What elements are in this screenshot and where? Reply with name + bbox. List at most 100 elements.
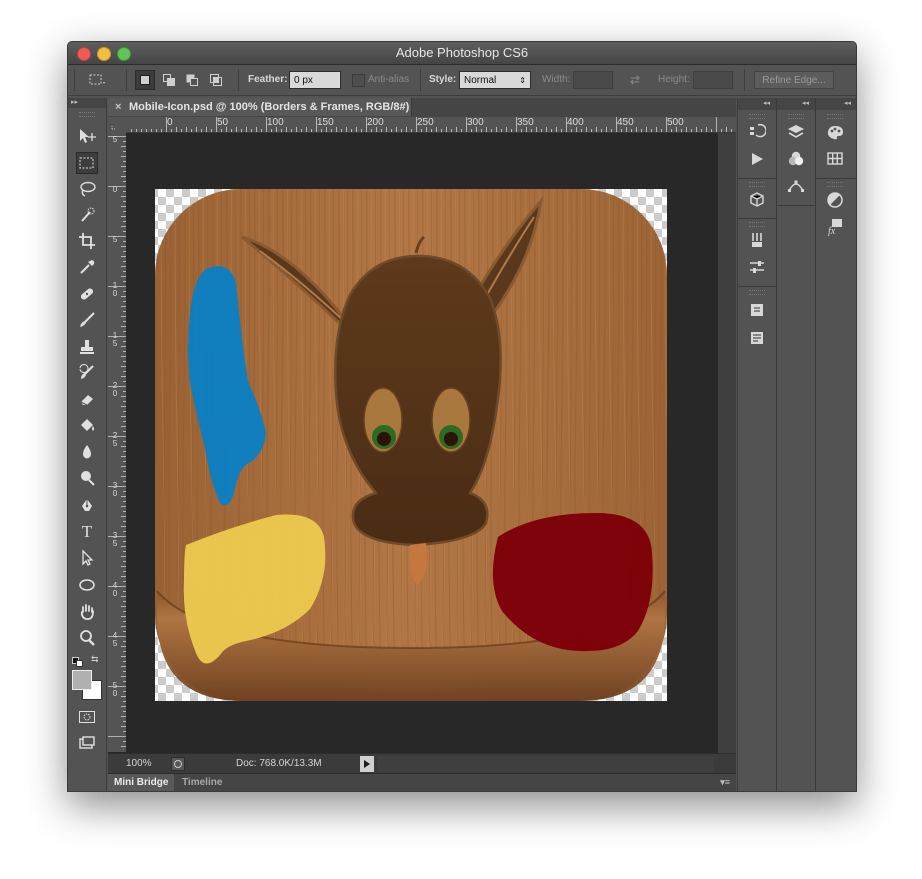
dock-divider: [738, 218, 776, 219]
ruler-label: 0: [167, 117, 173, 128]
move-tool-icon[interactable]: [76, 125, 98, 147]
dock-grip: [827, 182, 843, 187]
default-colors-icon[interactable]: [72, 654, 84, 667]
ruler-label: 1 0: [112, 281, 118, 298]
styles-fx-icon[interactable]: fx: [825, 217, 845, 237]
ruler-label: 500: [667, 117, 684, 128]
eyedropper-tool-icon[interactable]: [76, 256, 98, 278]
panel-dock-3: ◂◂ fx: [815, 98, 856, 791]
status-menu-arrow-icon[interactable]: [360, 756, 374, 772]
brush-presets-icon[interactable]: [747, 230, 767, 250]
new-selection-icon[interactable]: [135, 70, 155, 90]
donkey-left-pupil: [377, 432, 391, 446]
quick-selection-tool-icon[interactable]: [76, 204, 98, 226]
actions-play-icon[interactable]: [747, 149, 767, 169]
zoom-tool-icon[interactable]: [76, 627, 98, 649]
ruler-label: 50: [217, 117, 229, 128]
pen-tool-icon[interactable]: [76, 495, 98, 517]
dock-collapse-icon[interactable]: ◂◂: [777, 98, 815, 110]
document-tab[interactable]: × Mobile-Icon.psd @ 100% (Borders & Fram…: [108, 98, 412, 116]
separator: [126, 69, 127, 91]
dock-grip: [788, 114, 804, 119]
3d-panel-icon[interactable]: [747, 189, 767, 209]
character-panel-icon[interactable]: [747, 300, 767, 320]
adjustments-sliders-icon[interactable]: [747, 257, 767, 277]
antialias-checkbox[interactable]: [352, 74, 365, 87]
ruler-label: 4 0: [112, 581, 118, 598]
ruler-label: 300: [467, 117, 484, 128]
dock-divider: [777, 205, 815, 206]
zoom-level[interactable]: 100%: [126, 758, 152, 769]
close-tab-icon[interactable]: ×: [115, 98, 121, 116]
ruler-label: 200: [367, 117, 384, 128]
intersect-selection-icon[interactable]: [206, 70, 226, 90]
paragraph-panel-icon[interactable]: [747, 328, 767, 348]
tab-mini-bridge[interactable]: Mini Bridge: [108, 774, 175, 791]
healing-brush-tool-icon[interactable]: [76, 283, 98, 305]
color-palette-icon[interactable]: [825, 122, 845, 142]
height-input[interactable]: [693, 71, 733, 89]
ruler-label: 100: [267, 117, 284, 128]
document-profile-icon[interactable]: [171, 757, 185, 771]
title-bar: Adobe Photoshop CS6: [68, 42, 856, 65]
eraser-tool-icon[interactable]: [76, 388, 98, 410]
canvas-area[interactable]: [126, 133, 718, 753]
foreground-color-swatch[interactable]: [72, 670, 92, 690]
ruler-label: 1 5: [112, 331, 118, 348]
subtract-from-selection-icon[interactable]: [182, 70, 202, 90]
channels-panel-icon[interactable]: [786, 149, 806, 169]
lasso-tool-icon[interactable]: [76, 178, 98, 200]
feather-input[interactable]: 0 px: [289, 71, 341, 89]
dock-collapse-icon[interactable]: ◂◂: [738, 98, 776, 110]
tab-timeline[interactable]: Timeline: [176, 774, 228, 791]
shape-tool-icon[interactable]: [76, 574, 98, 596]
artwork-canvas[interactable]: [126, 133, 718, 753]
history-panel-icon[interactable]: [747, 122, 767, 142]
path-selection-tool-icon[interactable]: [76, 547, 98, 569]
quick-mask-icon[interactable]: [76, 706, 98, 728]
donkey-right-pupil: [444, 432, 458, 446]
tools-collapse-icon[interactable]: ▸▸: [68, 98, 106, 108]
separator: [744, 69, 745, 91]
type-tool-icon[interactable]: T: [76, 521, 98, 543]
rect-marquee-preset-icon[interactable]: [87, 70, 107, 90]
document-tab-row: × Mobile-Icon.psd @ 100% (Borders & Fram…: [108, 98, 736, 118]
ruler-label: 150: [317, 117, 334, 128]
horizontal-ruler[interactable]: 0 50 100 150 200 250 300 350 400 450 500: [126, 117, 736, 133]
horizontal-scrollbar[interactable]: [378, 756, 714, 772]
crop-tool-icon[interactable]: [76, 230, 98, 252]
swatches-grid-icon[interactable]: [825, 149, 845, 169]
hand-tool-icon[interactable]: [76, 601, 98, 623]
add-to-selection-icon[interactable]: [159, 70, 179, 90]
vertical-ruler[interactable]: 5 0 5 1 0 1 5 2 0 2 5 3 0 3 5 4 0 4 5 5 …: [108, 132, 127, 752]
paths-panel-icon[interactable]: [786, 176, 806, 196]
style-select[interactable]: Normal ⇕: [459, 71, 531, 89]
vertical-scrollbar[interactable]: [718, 133, 736, 753]
marquee-tool-icon[interactable]: [76, 152, 98, 174]
ruler-origin[interactable]: [108, 117, 126, 132]
history-brush-tool-icon[interactable]: [76, 362, 98, 384]
dock-divider: [816, 178, 856, 179]
updown-arrows-icon: ⇕: [519, 76, 526, 85]
ruler-label: 5: [112, 135, 118, 144]
ruler-label: 5: [112, 235, 118, 244]
paint-bucket-tool-icon[interactable]: [76, 414, 98, 436]
brush-tool-icon[interactable]: [76, 309, 98, 331]
dock-collapse-icon[interactable]: ◂◂: [816, 98, 856, 110]
ruler-label: 5 0: [112, 681, 118, 698]
panel-dock-1: ◂◂: [737, 98, 776, 791]
blur-tool-icon[interactable]: [76, 441, 98, 463]
swap-colors-icon[interactable]: ⇆: [91, 654, 101, 664]
refine-edge-button[interactable]: Refine Edge...: [754, 71, 834, 89]
swap-arrows-icon[interactable]: ⇄: [625, 70, 645, 90]
ruler-label: 3 5: [112, 531, 118, 548]
adjustments-panel-icon[interactable]: [825, 190, 845, 210]
panel-menu-icon[interactable]: ▾≡: [720, 777, 730, 788]
clone-stamp-tool-icon[interactable]: [76, 336, 98, 358]
width-input[interactable]: [573, 71, 613, 89]
layers-panel-icon[interactable]: [786, 122, 806, 142]
dodge-tool-icon[interactable]: [76, 467, 98, 489]
style-select-value: Normal: [464, 75, 497, 86]
screen-mode-icon[interactable]: [76, 732, 98, 754]
svg-text:fx: fx: [828, 226, 836, 236]
